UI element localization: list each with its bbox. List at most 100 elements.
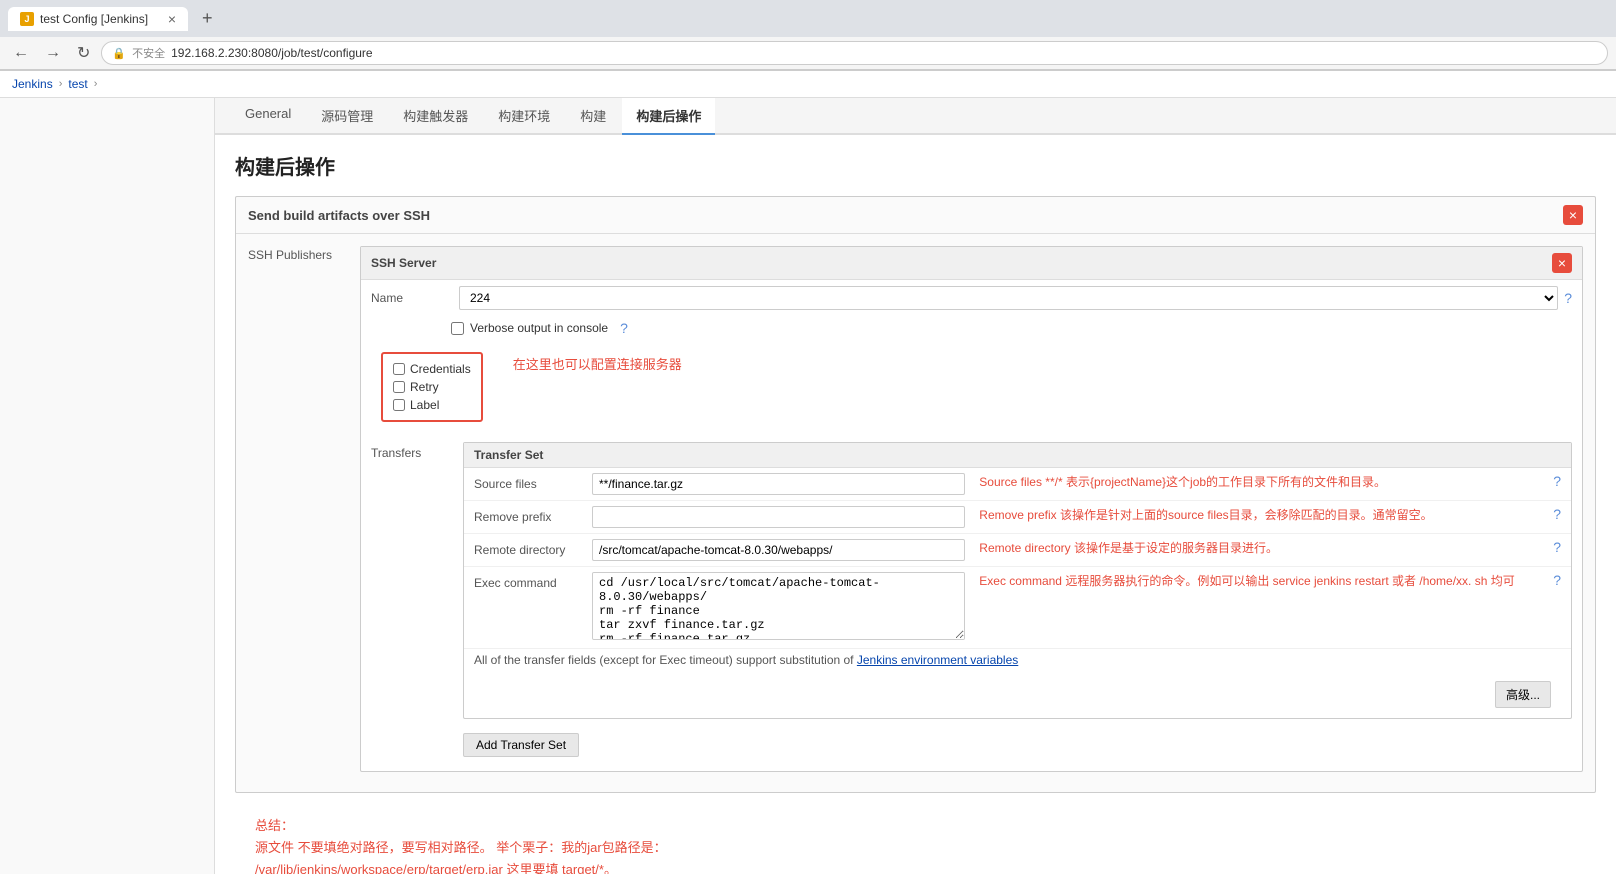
bottom-note: All of the transfer fields (except for E… <box>464 649 1571 671</box>
ssh-server-header: SSH Server × <box>361 247 1582 280</box>
remove-prefix-label: Remove prefix <box>474 506 584 524</box>
back-button[interactable]: ← <box>8 42 34 64</box>
credentials-item-label: Label <box>393 396 471 414</box>
env-link[interactable]: Jenkins environment variables <box>857 653 1018 667</box>
summary-section: 总结： 源文件 不要填绝对路径，要写相对路径。 举个栗子：我的jar包路径是： … <box>235 805 1596 874</box>
exec-cmd-annotation: Exec command 远程服务器执行的命令。例如可以输出 service j… <box>979 572 1539 589</box>
transfer-set-panel: Transfer Set Source files So <box>463 442 1572 719</box>
tab-env[interactable]: 构建环境 <box>484 98 564 135</box>
refresh-button[interactable]: ↻ <box>72 41 95 65</box>
credentials-item-credentials: Credentials <box>393 360 471 378</box>
summary-title: 总结： <box>255 815 1576 837</box>
jenkins-main: General 源码管理 构建触发器 构建环境 构建 构建后操作 <box>0 98 1616 874</box>
source-files-input[interactable] <box>592 473 965 495</box>
ssh-panel: Send build artifacts over SSH × SSH Publ… <box>235 196 1596 793</box>
breadcrumb-sep-2: › <box>94 78 98 90</box>
label-checkbox[interactable] <box>393 399 405 411</box>
source-files-field <box>592 473 965 495</box>
publishers-body: SSH Server × Name 224 <box>360 246 1583 780</box>
name-label: Name <box>371 291 451 305</box>
remote-dir-row: Remote directory Remote directory 该操作是基于… <box>464 534 1571 567</box>
retry-checkbox[interactable] <box>393 381 405 393</box>
publishers-row: SSH Publishers SSH Server × Name <box>236 234 1595 792</box>
name-field-wrap: 224 ? <box>459 286 1572 310</box>
ssh-panel-title: Send build artifacts over SSH <box>248 208 430 223</box>
ssh-panel-header: Send build artifacts over SSH × <box>236 197 1595 234</box>
remove-prefix-field <box>592 506 965 528</box>
ssh-server-panel: SSH Server × Name 224 <box>360 246 1583 772</box>
tab-triggers[interactable]: 构建触发器 <box>389 98 482 135</box>
exec-cmd-help-icon[interactable]: ? <box>1553 572 1561 588</box>
unsecure-text: 不安全 <box>132 45 165 61</box>
verbose-checkbox[interactable] <box>451 322 464 335</box>
credentials-box: Credentials Retry Label <box>381 352 483 422</box>
advanced-row: 高级... <box>464 671 1571 718</box>
close-tab-button[interactable]: × <box>168 12 176 26</box>
lock-icon: 🔒 <box>112 47 126 60</box>
source-files-label: Source files <box>474 473 584 491</box>
transfer-set-header: Transfer Set <box>464 443 1571 468</box>
jenkins-container: Jenkins › test › General 源码管理 构建触发器 构建环境 <box>0 71 1616 874</box>
new-tab-button[interactable]: + <box>196 6 219 31</box>
verbose-label: Verbose output in console <box>470 321 608 335</box>
source-files-annotation: Source files **/* 表示{projectName}这个job的工… <box>979 473 1539 490</box>
remote-dir-field <box>592 539 965 561</box>
tab-build[interactable]: 构建 <box>566 98 620 135</box>
name-select[interactable]: 224 <box>459 286 1558 310</box>
jenkins-sidebar <box>0 98 215 874</box>
address-bar[interactable]: 🔒 不安全 192.168.2.230:8080/job/test/config… <box>101 41 1608 65</box>
breadcrumb-test[interactable]: test <box>68 77 87 91</box>
source-files-help-icon[interactable]: ? <box>1553 473 1561 489</box>
transfers-label: Transfers <box>371 442 451 763</box>
remove-prefix-help-icon[interactable]: ? <box>1553 506 1561 522</box>
tab-title: test Config [Jenkins] <box>40 12 148 26</box>
tab-general[interactable]: General <box>231 98 305 135</box>
remote-dir-input[interactable] <box>592 539 965 561</box>
verbose-row: Verbose output in console ? <box>361 316 1582 340</box>
remove-prefix-input[interactable] <box>592 506 965 528</box>
remote-dir-label: Remote directory <box>474 539 584 557</box>
credentials-annotation: 在这里也可以配置连接服务器 <box>513 357 682 372</box>
exec-cmd-field: cd /usr/local/src/tomcat/apache-tomcat-8… <box>592 572 965 643</box>
config-tabs: General 源码管理 构建触发器 构建环境 构建 构建后操作 <box>215 98 1616 135</box>
tab-source[interactable]: 源码管理 <box>307 98 387 135</box>
url-text: 192.168.2.230:8080/job/test/configure <box>171 46 373 60</box>
exec-cmd-row: Exec command cd /usr/local/src/tomcat/ap… <box>464 567 1571 649</box>
remote-dir-help-icon[interactable]: ? <box>1553 539 1561 555</box>
browser-titlebar: J test Config [Jenkins] × + <box>0 0 1616 37</box>
advanced-button[interactable]: 高级... <box>1495 681 1551 708</box>
remote-dir-annotation: Remote directory 该操作是基于设定的服务器目录进行。 <box>979 539 1539 556</box>
breadcrumb-jenkins[interactable]: Jenkins <box>12 77 53 91</box>
credentials-area: Credentials Retry Label <box>361 340 1582 434</box>
transfers-body: Transfer Set Source files So <box>463 442 1572 763</box>
ssh-server-title: SSH Server <box>371 256 436 270</box>
page-title: 构建后操作 <box>235 151 1596 180</box>
remove-prefix-row: Remove prefix Remove prefix 该操作是针对上面的sou… <box>464 501 1571 534</box>
tab-post-build[interactable]: 构建后操作 <box>622 98 715 135</box>
publishers-label: SSH Publishers <box>248 246 348 780</box>
favicon-icon: J <box>20 12 34 26</box>
exec-cmd-label: Exec command <box>474 572 584 590</box>
jenkins-content: General 源码管理 构建触发器 构建环境 构建 构建后操作 <box>215 98 1616 874</box>
close-ssh-server-button[interactable]: × <box>1552 253 1572 273</box>
exec-cmd-textarea[interactable]: cd /usr/local/src/tomcat/apache-tomcat-8… <box>592 572 965 640</box>
breadcrumb-sep-1: › <box>59 78 63 90</box>
breadcrumb: Jenkins › test › <box>0 71 1616 98</box>
source-files-row: Source files Source files **/* 表示{projec… <box>464 468 1571 501</box>
name-help-icon[interactable]: ? <box>1564 290 1572 306</box>
forward-button[interactable]: → <box>40 42 66 64</box>
credentials-checkbox[interactable] <box>393 363 405 375</box>
browser-tab[interactable]: J test Config [Jenkins] × <box>8 7 188 31</box>
label-label: Label <box>410 398 439 412</box>
credentials-item-retry: Retry <box>393 378 471 396</box>
retry-label: Retry <box>410 380 439 394</box>
browser-chrome: J test Config [Jenkins] × + ← → ↻ 🔒 不安全 … <box>0 0 1616 71</box>
close-ssh-panel-button[interactable]: × <box>1563 205 1583 225</box>
browser-nav: ← → ↻ 🔒 不安全 192.168.2.230:8080/job/test/… <box>0 37 1616 70</box>
add-transfer-set-button[interactable]: Add Transfer Set <box>463 733 579 757</box>
verbose-help-icon[interactable]: ? <box>620 320 628 336</box>
credentials-label: Credentials <box>410 362 471 376</box>
remove-prefix-annotation: Remove prefix 该操作是针对上面的source files目录，会移… <box>979 506 1539 523</box>
summary-line-2: /var/lib/jenkins/workspace/erp/target/er… <box>255 859 1576 874</box>
transfers-row: Transfers Transfer Set Source files <box>361 434 1582 771</box>
